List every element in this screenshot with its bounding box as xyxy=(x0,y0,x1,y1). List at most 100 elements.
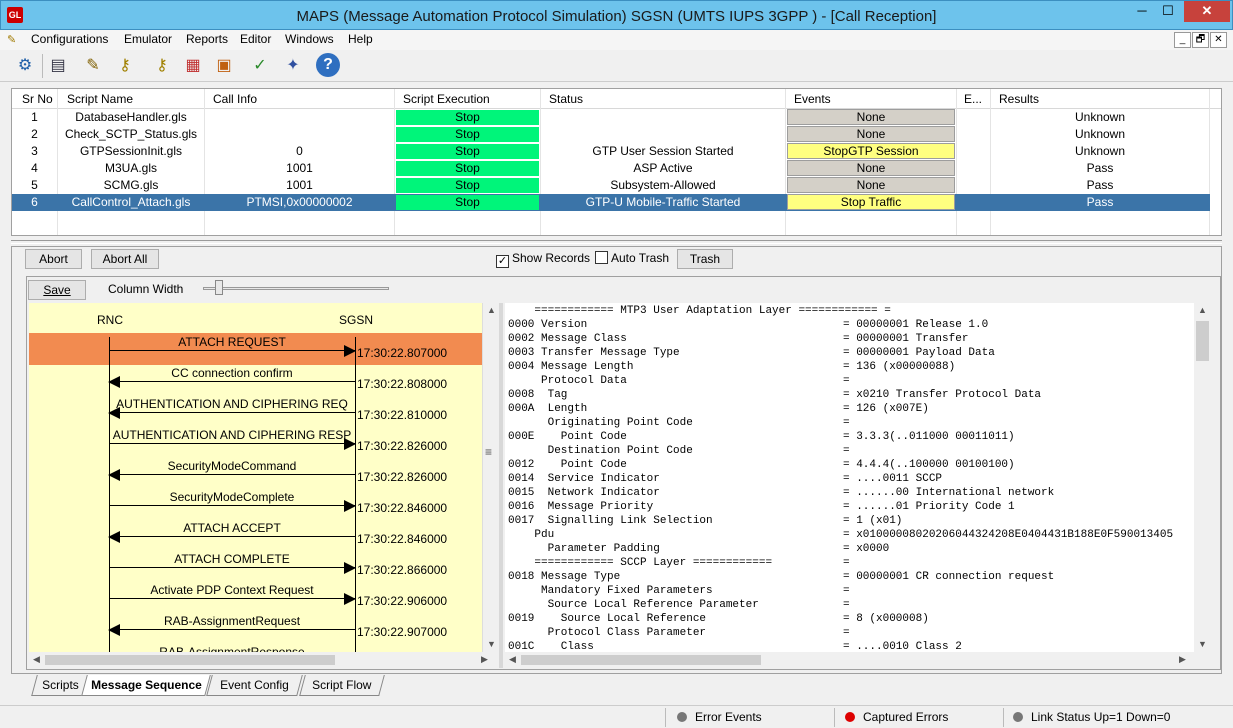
status-bar: Error Events Captured Errors Link Status… xyxy=(0,705,1233,728)
scroll-left-icon[interactable]: ◀ xyxy=(33,654,40,665)
tab-scripts[interactable]: Scripts xyxy=(31,675,89,696)
col-sr-no[interactable]: Sr No xyxy=(22,92,53,106)
col-script-name[interactable]: Script Name xyxy=(67,92,133,106)
keys-alt-icon[interactable]: ⚷ xyxy=(149,53,175,79)
column-width-slider-thumb[interactable] xyxy=(215,280,223,295)
stop-button[interactable]: Stop xyxy=(396,127,539,142)
mdi-restore-button[interactable]: 🗗 xyxy=(1192,32,1209,48)
event-button[interactable]: None xyxy=(787,160,955,176)
gear-icon[interactable]: ⚙ xyxy=(12,53,38,79)
table-row[interactable]: 6 CallControl_Attach.gls PTMSI,0x00000002 S… xyxy=(12,194,1210,211)
scroll-down-icon[interactable]: ▼ xyxy=(1198,639,1207,649)
menu-reports[interactable]: Reports xyxy=(186,32,228,46)
scroll-thumb[interactable] xyxy=(1196,321,1209,361)
pane-splitter[interactable] xyxy=(499,303,503,668)
sequence-message[interactable]: ATTACH ACCEPT xyxy=(108,521,355,543)
show-records-checkbox[interactable]: ✓ Show Records xyxy=(496,251,590,268)
col-e[interactable]: E... xyxy=(964,92,982,106)
decode-value: = 136 (x00000088) xyxy=(843,361,956,373)
sequence-message[interactable]: CC connection confirm xyxy=(108,366,355,388)
checkbox-box[interactable] xyxy=(595,251,608,264)
wizard-icon[interactable]: ✦ xyxy=(280,53,306,79)
menu-help[interactable]: Help xyxy=(348,32,373,46)
scroll-up-icon[interactable]: ▲ xyxy=(1198,305,1207,315)
scroll-grip-icon[interactable]: ≡ xyxy=(485,445,492,459)
cell-result: Pass xyxy=(1086,161,1114,175)
trash-button[interactable]: Trash xyxy=(677,249,733,269)
checklist-icon[interactable]: ✓ xyxy=(247,53,273,79)
decode-value: = 3.3.3(..011000 00011011) xyxy=(843,431,1015,443)
scroll-down-icon[interactable]: ▼ xyxy=(487,639,496,649)
menu-configurations[interactable]: Configurations xyxy=(31,32,108,46)
sequence-message[interactable]: AUTHENTICATION AND CIPHERING RESP xyxy=(109,428,356,450)
sequence-message[interactable]: ATTACH REQUEST xyxy=(109,335,356,357)
close-button[interactable]: ✕ xyxy=(1184,1,1230,22)
notebook-icon[interactable]: ▤ xyxy=(45,53,71,79)
table-row[interactable]: 1 DatabaseHandler.gls Stop None Unknown xyxy=(12,109,1210,126)
menu-windows[interactable]: Windows xyxy=(285,32,334,46)
abort-button[interactable]: Abort xyxy=(25,249,82,269)
keys-icon[interactable]: ⚷ xyxy=(112,53,138,79)
column-width-slider[interactable] xyxy=(203,287,389,290)
auto-trash-checkbox[interactable]: Auto Trash xyxy=(595,251,669,265)
profiles-icon[interactable]: ▦ xyxy=(180,53,206,79)
event-button[interactable]: Stop Traffic xyxy=(787,194,955,210)
event-button[interactable]: None xyxy=(787,109,955,125)
col-script-execution[interactable]: Script Execution xyxy=(403,92,490,106)
decode-horizontal-scrollbar[interactable]: ◀ ▶ xyxy=(505,652,1194,668)
briefcase-icon[interactable]: ▣ xyxy=(211,53,237,79)
scroll-up-icon[interactable]: ▲ xyxy=(487,305,496,315)
script-edit-icon[interactable]: ✎ xyxy=(80,53,106,79)
title-bar: GL MAPS (Message Automation Protocol Sim… xyxy=(0,0,1233,30)
message-label: AUTHENTICATION AND CIPHERING REQ xyxy=(116,397,348,411)
abort-all-button[interactable]: Abort All xyxy=(91,249,159,269)
stop-button[interactable]: Stop xyxy=(396,144,539,159)
scroll-thumb[interactable] xyxy=(521,655,761,665)
event-button[interactable]: None xyxy=(787,177,955,193)
table-row[interactable]: 2 Check_SCTP_Status.gls Stop None Unknown xyxy=(12,126,1210,143)
maximize-button[interactable]: ☐ xyxy=(1155,1,1181,22)
document-icon[interactable]: ✎ xyxy=(7,33,16,46)
sequence-vertical-scrollbar[interactable]: ▲ ≡ ▼ xyxy=(482,303,498,652)
save-button[interactable]: Save xyxy=(28,280,86,300)
minimize-button[interactable]: ─ xyxy=(1129,1,1155,22)
tab-event-config[interactable]: Event Config xyxy=(206,675,303,696)
menu-editor[interactable]: Editor xyxy=(240,32,271,46)
col-results[interactable]: Results xyxy=(999,92,1039,106)
checkbox-box[interactable]: ✓ xyxy=(496,255,509,268)
sequence-message[interactable]: SecurityModeCommand xyxy=(108,459,355,481)
decode-field: 0018 Message Type xyxy=(508,571,621,583)
col-events[interactable]: Events xyxy=(794,92,831,106)
sequence-message[interactable]: RAB-AssignmentResponse xyxy=(109,645,355,652)
col-status[interactable]: Status xyxy=(549,92,583,106)
event-button[interactable]: None xyxy=(787,126,955,142)
decode-vertical-scrollbar[interactable]: ▲ ▼ xyxy=(1194,303,1211,652)
sequence-message[interactable]: SecurityModeComplete xyxy=(109,490,356,512)
stop-button[interactable]: Stop xyxy=(396,195,539,210)
scroll-thumb[interactable] xyxy=(45,655,335,665)
table-row[interactable]: 3 GTPSessionInit.gls 0 Stop GTP User Session… xyxy=(12,143,1210,160)
mdi-close-button[interactable]: ✕ xyxy=(1210,32,1227,48)
col-call-info[interactable]: Call Info xyxy=(213,92,257,106)
decode-value: = 00000001 Release 1.0 xyxy=(843,319,989,331)
table-row[interactable]: 5 SCMG.gls 1001 Stop Subsystem-Allowed None Pa… xyxy=(12,177,1210,194)
sequence-message[interactable]: ATTACH COMPLETE xyxy=(109,552,356,574)
panel-splitter[interactable] xyxy=(11,240,1222,244)
tab-script-flow[interactable]: Script Flow xyxy=(299,675,385,696)
menu-emulator[interactable]: Emulator xyxy=(124,32,172,46)
stop-button[interactable]: Stop xyxy=(396,110,539,125)
sequence-message[interactable]: AUTHENTICATION AND CIPHERING REQ xyxy=(108,397,355,419)
stop-button[interactable]: Stop xyxy=(396,178,539,193)
table-row[interactable]: 4 M3UA.gls 1001 Stop ASP Active None Pass xyxy=(12,160,1210,177)
stop-button[interactable]: Stop xyxy=(396,161,539,176)
sequence-message[interactable]: RAB-AssignmentRequest xyxy=(108,614,355,636)
scroll-left-icon[interactable]: ◀ xyxy=(509,654,516,665)
scroll-right-icon[interactable]: ▶ xyxy=(1179,654,1186,665)
event-button[interactable]: StopGTP Session xyxy=(787,143,955,159)
sequence-message[interactable]: Activate PDP Context Request xyxy=(109,583,356,605)
sequence-horizontal-scrollbar[interactable]: ◀ ▶ xyxy=(29,652,498,668)
mdi-minimize-button[interactable]: _ xyxy=(1174,32,1191,48)
tab-message-sequence[interactable]: Message Sequence xyxy=(81,675,211,696)
scroll-right-icon[interactable]: ▶ xyxy=(481,654,488,665)
help-icon[interactable]: ? xyxy=(316,53,340,77)
